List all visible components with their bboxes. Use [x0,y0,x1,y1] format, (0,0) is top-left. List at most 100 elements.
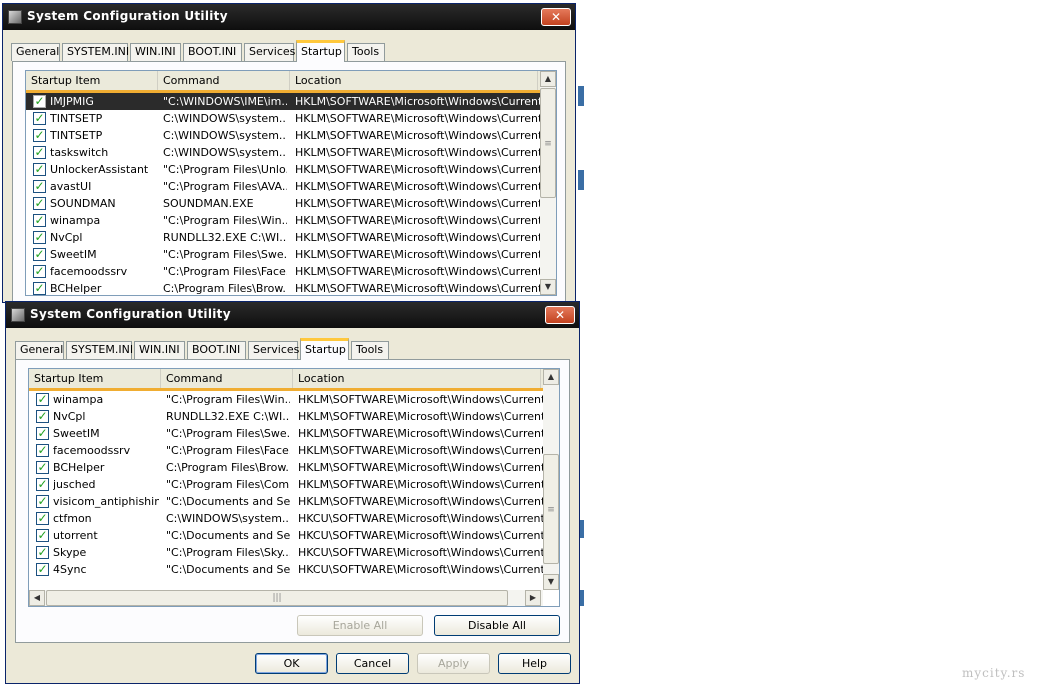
enable-checkbox[interactable]: ✓ [36,478,49,491]
enable-checkbox[interactable]: ✓ [33,214,46,227]
enable-checkbox[interactable]: ✓ [33,231,46,244]
tab-tools[interactable]: Tools [351,341,389,359]
table-row[interactable]: ✓ TINTSETP C:\WINDOWS\system... HKLM\SOFTWA… [26,127,540,144]
column-location[interactable]: Location [293,369,541,388]
tab-system-ini[interactable]: SYSTEM.INI [62,43,129,61]
enable-checkbox[interactable]: ✓ [36,546,49,559]
disable-all-button[interactable]: Disable All [434,615,560,636]
table-row[interactable]: ✓ avastUI "C:\Program Files\AVA... HKLM\SOF… [26,178,540,195]
tab-startup[interactable]: Startup [300,338,349,360]
enable-checkbox[interactable]: ✓ [33,163,46,176]
enable-checkbox[interactable]: ✓ [33,248,46,261]
enable-checkbox[interactable]: ✓ [36,410,49,423]
table-row[interactable]: ✓ facemoodssrv "C:\Program Files\Face... HK… [26,263,540,280]
enable-checkbox[interactable]: ✓ [36,444,49,457]
column-startup-item[interactable]: Startup Item [26,71,158,90]
scroll-thumb[interactable]: ≡ [540,88,556,198]
enable-checkbox[interactable]: ✓ [33,180,46,193]
enable-checkbox[interactable]: ✓ [36,512,49,525]
table-row[interactable]: ✓ utorrent "C:\Documents and Se... HKCU\SOF… [29,527,543,544]
horizontal-scroll-thumb[interactable]: ||| [46,590,508,606]
table-row[interactable]: ✓ SOUNDMAN SOUNDMAN.EXE HKLM\SOFTWARE\Micro… [26,195,540,212]
enable-all-button[interactable]: Enable All [297,615,423,636]
table-row[interactable]: ✓ Skype "C:\Program Files\Sky... HKCU\SOFTW… [29,544,543,561]
vertical-scrollbar[interactable]: ▲ ≡ ▼ [540,71,556,295]
enable-checkbox[interactable]: ✓ [36,529,49,542]
tab-boot-ini[interactable]: BOOT.INI [187,341,246,359]
enable-checkbox[interactable]: ✓ [33,265,46,278]
enable-checkbox[interactable]: ✓ [33,129,46,142]
table-row[interactable]: ✓ NvCpl RUNDLL32.EXE C:\WI... HKLM\SOFTWARE… [26,229,540,246]
enable-checkbox[interactable]: ✓ [36,563,49,576]
table-row[interactable]: ✓ TINTSETP C:\WINDOWS\system... HKLM\SOFTWA… [26,110,540,127]
tab-win-ini[interactable]: WIN.INI [130,43,181,61]
table-row[interactable]: ✓ winampa "C:\Program Files\Win... HKLM\SOF… [26,212,540,229]
enable-checkbox[interactable]: ✓ [36,495,49,508]
scroll-left-button[interactable]: ◀ [29,590,45,606]
table-row[interactable]: ✓ visicom_antiphishing "C:\Documents and S… [29,493,543,510]
vertical-scrollbar[interactable]: ▲ ≡ ▼ [543,369,559,590]
ok-button[interactable]: OK [255,653,328,674]
command-cell: "C:\Program Files\AVA... [163,180,287,193]
title-bar[interactable]: System Configuration Utility ✕ [3,4,575,30]
column-location[interactable]: Location [290,71,538,90]
close-button[interactable]: ✕ [545,306,575,324]
help-button[interactable]: Help [498,653,571,674]
table-row[interactable]: ✓ taskswitch C:\WINDOWS\system... HKLM\SOFT… [26,144,540,161]
table-row[interactable]: ✓ jusched "C:\Program Files\Com... HKLM\SOF… [29,476,543,493]
enable-checkbox[interactable]: ✓ [33,282,46,295]
table-row[interactable]: ✓ BCHelper C:\Program Files\Brow... HKLM\SO… [26,280,540,295]
enable-checkbox[interactable]: ✓ [36,461,49,474]
startup-list[interactable]: Startup Item Command Location ✓ IMJPMIG "C… [25,70,557,296]
enable-checkbox[interactable]: ✓ [36,427,49,440]
table-row[interactable]: ✓ UnlockerAssistant "C:\Program Files\Unlo… [26,161,540,178]
tab-services[interactable]: Services [248,341,299,359]
column-command[interactable]: Command [161,369,293,388]
scroll-right-button[interactable]: ▶ [525,590,541,606]
location-cell: HKLM\SOFTWARE\Microsoft\Windows\CurrentV… [295,265,540,278]
table-row[interactable]: ✓ BCHelper C:\Program Files\Brow... HKLM\SO… [29,459,543,476]
tab-tools[interactable]: Tools [347,43,385,61]
enable-checkbox[interactable]: ✓ [33,95,46,108]
table-row[interactable]: ✓ IMJPMIG "C:\WINDOWS\IME\im... HKLM\SOFTWA… [26,93,540,110]
horizontal-scrollbar[interactable]: ◀ ||| ▶ [29,590,543,606]
tab-services[interactable]: Services [244,43,295,61]
scroll-down-button[interactable]: ▼ [543,574,559,590]
table-row[interactable]: ✓ ctfmon C:\WINDOWS\system... HKCU\SOFTWARE… [29,510,543,527]
startup-list[interactable]: Startup Item Command Location ✓ winampa "C… [28,368,560,607]
column-startup-item[interactable]: Startup Item [29,369,161,388]
enable-checkbox[interactable]: ✓ [33,146,46,159]
table-row[interactable]: ✓ winampa "C:\Program Files\Win... HKLM\SOF… [29,391,543,408]
top-window: System Configuration Utility ✕ General S… [2,3,576,304]
enable-checkbox[interactable]: ✓ [36,393,49,406]
command-cell: C:\WINDOWS\system... [163,129,287,142]
scroll-thumb[interactable]: ≡ [543,454,559,564]
tab-general[interactable]: General [15,341,64,359]
table-row[interactable]: ✓ SweetIM "C:\Program Files\Swe... HKLM\SOF… [26,246,540,263]
cancel-button[interactable]: Cancel [336,653,409,674]
startup-item-name: TINTSETP [50,112,103,125]
startup-item-name: visicom_antiphishing [53,495,159,508]
startup-item-name: TINTSETP [50,129,103,142]
apply-button[interactable]: Apply [417,653,490,674]
title-bar[interactable]: System Configuration Utility ✕ [6,302,579,328]
table-row[interactable]: ✓ SweetIM "C:\Program Files\Swe... HKLM\SOF… [29,425,543,442]
startup-item-name: NvCpl [53,410,86,423]
list-header: Startup Item Command Location [29,369,559,391]
tab-win-ini[interactable]: WIN.INI [134,341,185,359]
startup-item-name: IMJPMIG [50,95,94,108]
tab-startup[interactable]: Startup [296,40,345,62]
tab-boot-ini[interactable]: BOOT.INI [183,43,242,61]
scroll-up-button[interactable]: ▲ [540,71,556,87]
tab-system-ini[interactable]: SYSTEM.INI [66,341,133,359]
table-row[interactable]: ✓ NvCpl RUNDLL32.EXE C:\WI... HKLM\SOFTWARE… [29,408,543,425]
column-command[interactable]: Command [158,71,290,90]
close-button[interactable]: ✕ [541,8,571,26]
table-row[interactable]: ✓ facemoodssrv "C:\Program Files\Face... HK… [29,442,543,459]
tab-general[interactable]: General [11,43,60,61]
table-row[interactable]: ✓ 4Sync "C:\Documents and Se... HKCU\SOFTWA… [29,561,543,578]
scroll-up-button[interactable]: ▲ [543,369,559,385]
enable-checkbox[interactable]: ✓ [33,197,46,210]
scroll-down-button[interactable]: ▼ [540,279,556,295]
enable-checkbox[interactable]: ✓ [33,112,46,125]
